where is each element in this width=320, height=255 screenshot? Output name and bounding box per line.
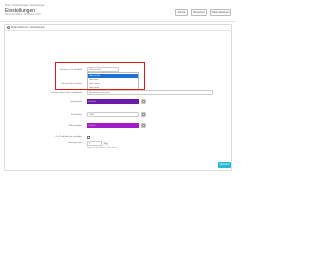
text-label: Hinweis-Text in der Produktliste — [51, 92, 82, 94]
border-color-input[interactable]: #a21dc7 — [87, 123, 139, 128]
bg-color-picker[interactable] — [141, 99, 146, 104]
page-subtitle: Modul aktualisiert 10 Oktober 2023 — [5, 14, 41, 16]
back-button[interactable]: Zurück — [175, 9, 188, 16]
panel-title: Modul aktivieren · Einstellungen — [11, 26, 45, 29]
days-label: Anzeige-Tage — [68, 142, 82, 144]
cog-icon — [7, 26, 10, 29]
panel-header: Modul aktivieren · Einstellungen — [5, 25, 231, 31]
color-picker-icon — [142, 100, 145, 103]
color-picker-icon — [142, 113, 145, 116]
border-color-picker[interactable] — [141, 123, 146, 128]
settings-page: Shop / Modulmanager / Einstellungen Eins… — [0, 0, 236, 255]
hooks-button[interactable]: Haken aktivieren — [210, 9, 231, 16]
highlight-box — [55, 62, 145, 90]
save-button[interactable]: Speichern — [218, 162, 231, 168]
bg-color-input[interactable]: #6a1ca8 — [87, 99, 139, 104]
border-label: Rahmenfarbe — [68, 125, 82, 127]
color-picker-icon — [142, 124, 145, 127]
days-unit: Tag — [101, 141, 109, 146]
breadcrumb: Shop / Modulmanager / Einstellungen — [5, 4, 45, 7]
days-hint: Zeigen Sie das Etikett so viele Tage an — [87, 147, 118, 149]
days-value: 5 — [89, 142, 91, 145]
bg-label: Hintergrund — [70, 101, 82, 103]
enable-label: Für Produktlisten verfügbar — [55, 136, 82, 138]
header-divider — [0, 21, 236, 22]
settings-panel: Modul aktivieren · Einstellungen — [4, 24, 232, 171]
text-input[interactable]: Kostenloser Versand — [87, 90, 213, 95]
fg-color-picker[interactable] — [141, 112, 146, 117]
fg-color-input[interactable]: #ffffff — [87, 112, 139, 117]
enable-checkbox[interactable] — [87, 136, 90, 139]
fg-label: Schriftfarbe — [70, 114, 82, 116]
translate-button[interactable]: Übersetzen — [191, 9, 207, 16]
